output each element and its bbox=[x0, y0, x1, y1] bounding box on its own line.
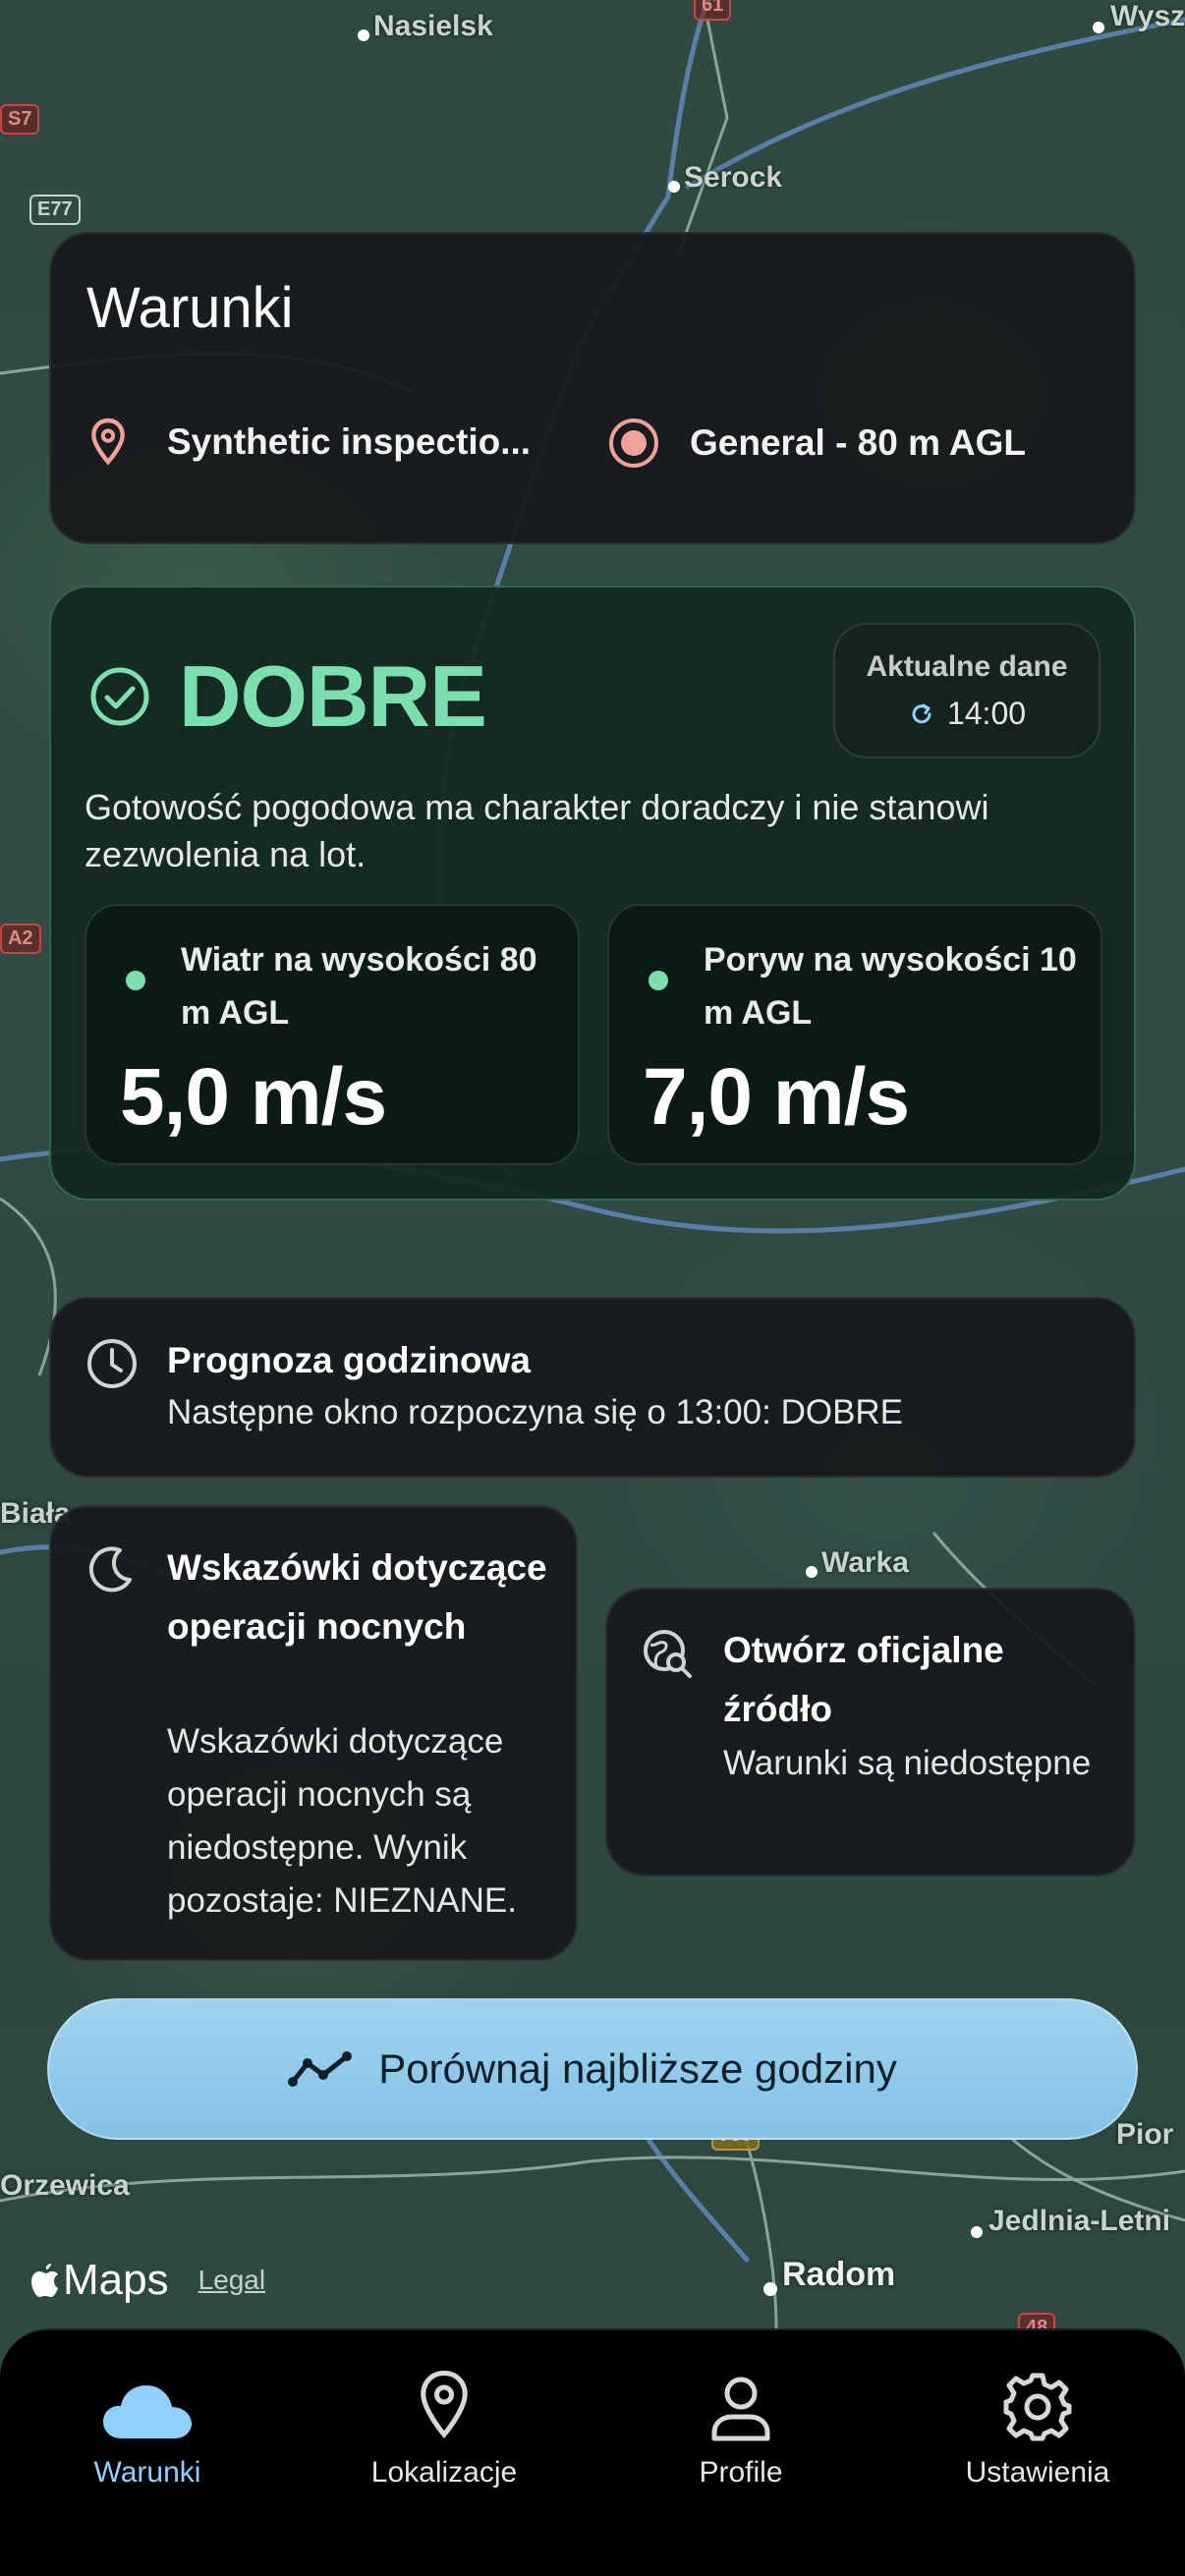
status-label: DOBRE bbox=[179, 647, 487, 745]
night-title: Wskazówki dotyczące operacji nocnych bbox=[167, 1547, 547, 1647]
tab-label: Lokalizacje bbox=[370, 2456, 518, 2489]
night-operations-card[interactable]: Wskazówki dotyczące operacji nocnych Wsk… bbox=[49, 1505, 578, 1961]
forecast-title: Prognoza godzinowa bbox=[167, 1340, 531, 1380]
wind-label: Wiatr na wysokości 80 m AGL bbox=[181, 941, 537, 1032]
profile-selector[interactable]: General - 80 m AGL bbox=[607, 417, 1026, 470]
road-sign-61: 61 bbox=[694, 0, 732, 21]
source-title: Otwórz oficjalne źródło bbox=[723, 1630, 1004, 1729]
globe-search-icon bbox=[644, 1630, 692, 1678]
gust-value: 7,0 m/s bbox=[643, 1052, 910, 1142]
target-icon bbox=[609, 419, 658, 468]
tab-bar: Warunki Lokalizacje Profile Ustawienia bbox=[0, 2328, 1185, 2576]
status-dot bbox=[649, 971, 668, 990]
road-sign-s7: S7 bbox=[0, 104, 40, 135]
wind-metric-card: Wiatr na wysokości 80 m AGL 5,0 m/s bbox=[85, 904, 580, 1165]
tab-label: Warunki bbox=[93, 2456, 201, 2489]
tab-ustawienia[interactable]: Ustawienia bbox=[890, 2344, 1185, 2521]
map-label-orzewica: Orzewica bbox=[0, 2169, 130, 2202]
cloud-icon bbox=[103, 2385, 192, 2438]
moon-icon bbox=[88, 1546, 132, 1593]
readiness-status-card: DOBRE Aktualne dane 14:00 Gotowość pogod… bbox=[49, 586, 1136, 1201]
conditions-header-card: Warunki Synthetic inspectio... General -… bbox=[49, 232, 1136, 544]
apple-icon bbox=[31, 2264, 58, 2297]
map-pin-icon bbox=[91, 418, 125, 466]
gust-label: Poryw na wysokości 10 m AGL bbox=[704, 941, 1077, 1032]
status-headline: DOBRE bbox=[88, 646, 487, 747]
map-attribution: Maps Legal bbox=[29, 2256, 265, 2305]
person-icon bbox=[711, 2377, 770, 2441]
forecast-subtitle: Następne okno rozpoczyna się o 13:00: DO… bbox=[167, 1393, 904, 1431]
map-label-jedlnia: Jedlnia-Letni bbox=[988, 2205, 1171, 2237]
location-name: Synthetic inspectio... bbox=[167, 421, 532, 462]
map-label-radom: Radom bbox=[782, 2256, 896, 2293]
map-label-serock: Serock bbox=[684, 161, 783, 194]
legal-link[interactable]: Legal bbox=[198, 2265, 266, 2296]
gear-icon bbox=[1003, 2373, 1072, 2441]
advisory-text: Gotowość pogodowa ma charakter doradczy … bbox=[85, 787, 989, 874]
map-label-pior: Pior bbox=[1116, 2118, 1174, 2151]
tab-lokalizacje[interactable]: Lokalizacje bbox=[297, 2344, 592, 2521]
location-selector[interactable]: Synthetic inspectio... bbox=[86, 417, 531, 468]
trend-line-icon bbox=[288, 2051, 353, 2087]
official-source-card[interactable]: Otwórz oficjalne źródło Warunki są niedo… bbox=[605, 1588, 1136, 1876]
hourly-forecast-card[interactable]: Prognoza godzinowa Następne okno rozpocz… bbox=[49, 1297, 1136, 1478]
status-dot bbox=[126, 971, 145, 990]
check-circle-icon bbox=[90, 667, 149, 726]
data-freshness-badge[interactable]: Aktualne dane 14:00 bbox=[833, 623, 1100, 758]
tab-label: Ustawienia bbox=[965, 2456, 1110, 2489]
map-pin-icon bbox=[421, 2370, 468, 2438]
tab-label: Profile bbox=[699, 2456, 783, 2489]
map-label-nasielsk: Nasielsk bbox=[373, 10, 493, 42]
wind-value: 5,0 m/s bbox=[120, 1052, 387, 1142]
profile-name: General - 80 m AGL bbox=[690, 422, 1027, 463]
road-sign-e77: E77 bbox=[29, 195, 81, 225]
compare-hours-button[interactable]: Porównaj najbliższe godziny bbox=[47, 1998, 1138, 2140]
data-freshness-title: Aktualne dane bbox=[866, 650, 1068, 683]
map-label-wysz: Wysz bbox=[1110, 0, 1185, 32]
tab-warunki[interactable]: Warunki bbox=[0, 2344, 295, 2521]
night-subtitle: Wskazówki dotyczące operacji nocnych są … bbox=[167, 1722, 517, 1920]
source-subtitle: Warunki są niedostępne bbox=[723, 1744, 1092, 1782]
page-title: Warunki bbox=[86, 276, 294, 340]
refresh-icon bbox=[912, 703, 931, 723]
maps-logo: Maps bbox=[29, 2256, 169, 2305]
maps-brand-text: Maps bbox=[63, 2256, 169, 2304]
road-sign-a2: A2 bbox=[0, 924, 41, 954]
map-label-warka: Warka bbox=[821, 1546, 909, 1579]
data-freshness-time: 14:00 bbox=[946, 696, 1027, 731]
gust-metric-card: Poryw na wysokości 10 m AGL 7,0 m/s bbox=[607, 904, 1102, 1165]
compare-hours-label: Porównaj najbliższe godziny bbox=[378, 2045, 897, 2092]
clock-icon bbox=[87, 1339, 137, 1388]
tab-profile[interactable]: Profile bbox=[593, 2344, 888, 2521]
